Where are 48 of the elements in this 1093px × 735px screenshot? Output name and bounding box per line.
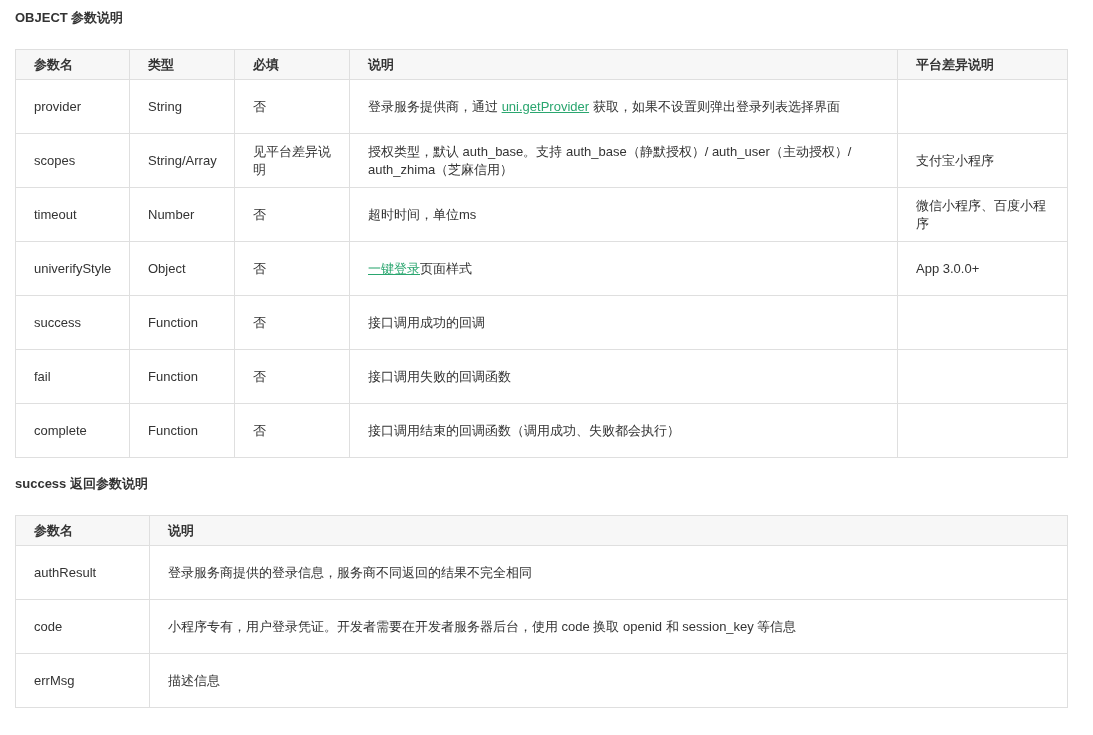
cell-text: 登录服务商提供的登录信息，服务商不同返回的结果不完全相同	[168, 564, 532, 580]
cell-text: success	[34, 314, 81, 330]
cell-text: String	[148, 98, 182, 114]
cell-text: univerifyStyle	[34, 260, 112, 276]
column-header: 必填	[234, 49, 350, 80]
cell-text: Number	[148, 206, 195, 222]
doc-link[interactable]: 一键登录	[368, 260, 420, 276]
cell-text: String/Array	[148, 152, 217, 168]
cell-text: fail	[34, 368, 51, 384]
cell-text: 否	[253, 98, 266, 114]
column-header: 平台差异说明	[897, 49, 1068, 80]
cell-text: complete	[34, 422, 87, 438]
description-text: 登录服务提供商，通过 uni.getProvider 获取，如果不设置则弹出登录列表选择界面	[368, 98, 840, 114]
cell-text: timeout	[34, 206, 77, 222]
cell-text: 否	[253, 260, 266, 276]
cell-text: 描述信息	[168, 672, 220, 688]
cell-text: scopes	[34, 152, 76, 168]
cell-text: 接口调用结束的回调函数（调用成功、失败都会执行）	[368, 422, 680, 438]
cell-text: 授权类型，默认 auth_base。支持 auth_base（静默授权）/ auth_user（主动授权）/ auth_zhima（芝麻信用）	[368, 143, 852, 177]
cell-text: provider	[34, 98, 81, 114]
cell-text: 否	[253, 206, 266, 222]
cell-text: code	[34, 618, 63, 634]
cell-text: 否	[253, 422, 266, 438]
cell-text: 微信小程序、百度小程序	[916, 197, 1046, 231]
description-text: 一键登录页面样式	[368, 260, 472, 276]
section-title: success 返回参数说明	[15, 475, 149, 493]
column-header: 说明	[349, 49, 898, 80]
cell-text: authResult	[34, 564, 97, 580]
cell-text: 超时时间，单位ms	[368, 206, 477, 222]
cell-text: errMsg	[34, 672, 75, 688]
doc-link[interactable]: uni.getProvider	[501, 98, 590, 114]
cell-text: Function	[148, 314, 198, 330]
cell-text: Object	[148, 260, 186, 276]
column-header: 参数名	[15, 515, 150, 546]
cell-text: 接口调用成功的回调	[368, 314, 485, 330]
cell-text: 接口调用失败的回调函数	[368, 368, 511, 384]
cell-text: 支付宝小程序	[916, 152, 994, 168]
column-header: 说明	[149, 515, 1068, 546]
cell-text: Function	[148, 368, 198, 384]
cell-text: 见平台差异说明	[253, 143, 331, 177]
column-header: 类型	[129, 49, 235, 80]
cell-text: 否	[253, 314, 266, 330]
cell-text: Function	[148, 422, 198, 438]
section-title: OBJECT 参数说明	[15, 9, 125, 27]
cell-text: 小程序专有，用户登录凭证。开发者需要在开发者服务器后台，使用 code 换取 openid 和 session_key 等信息	[168, 618, 797, 634]
column-header: 参数名	[15, 49, 130, 80]
cell-text: App 3.0.0+	[916, 260, 980, 276]
cell-text: 否	[253, 368, 266, 384]
